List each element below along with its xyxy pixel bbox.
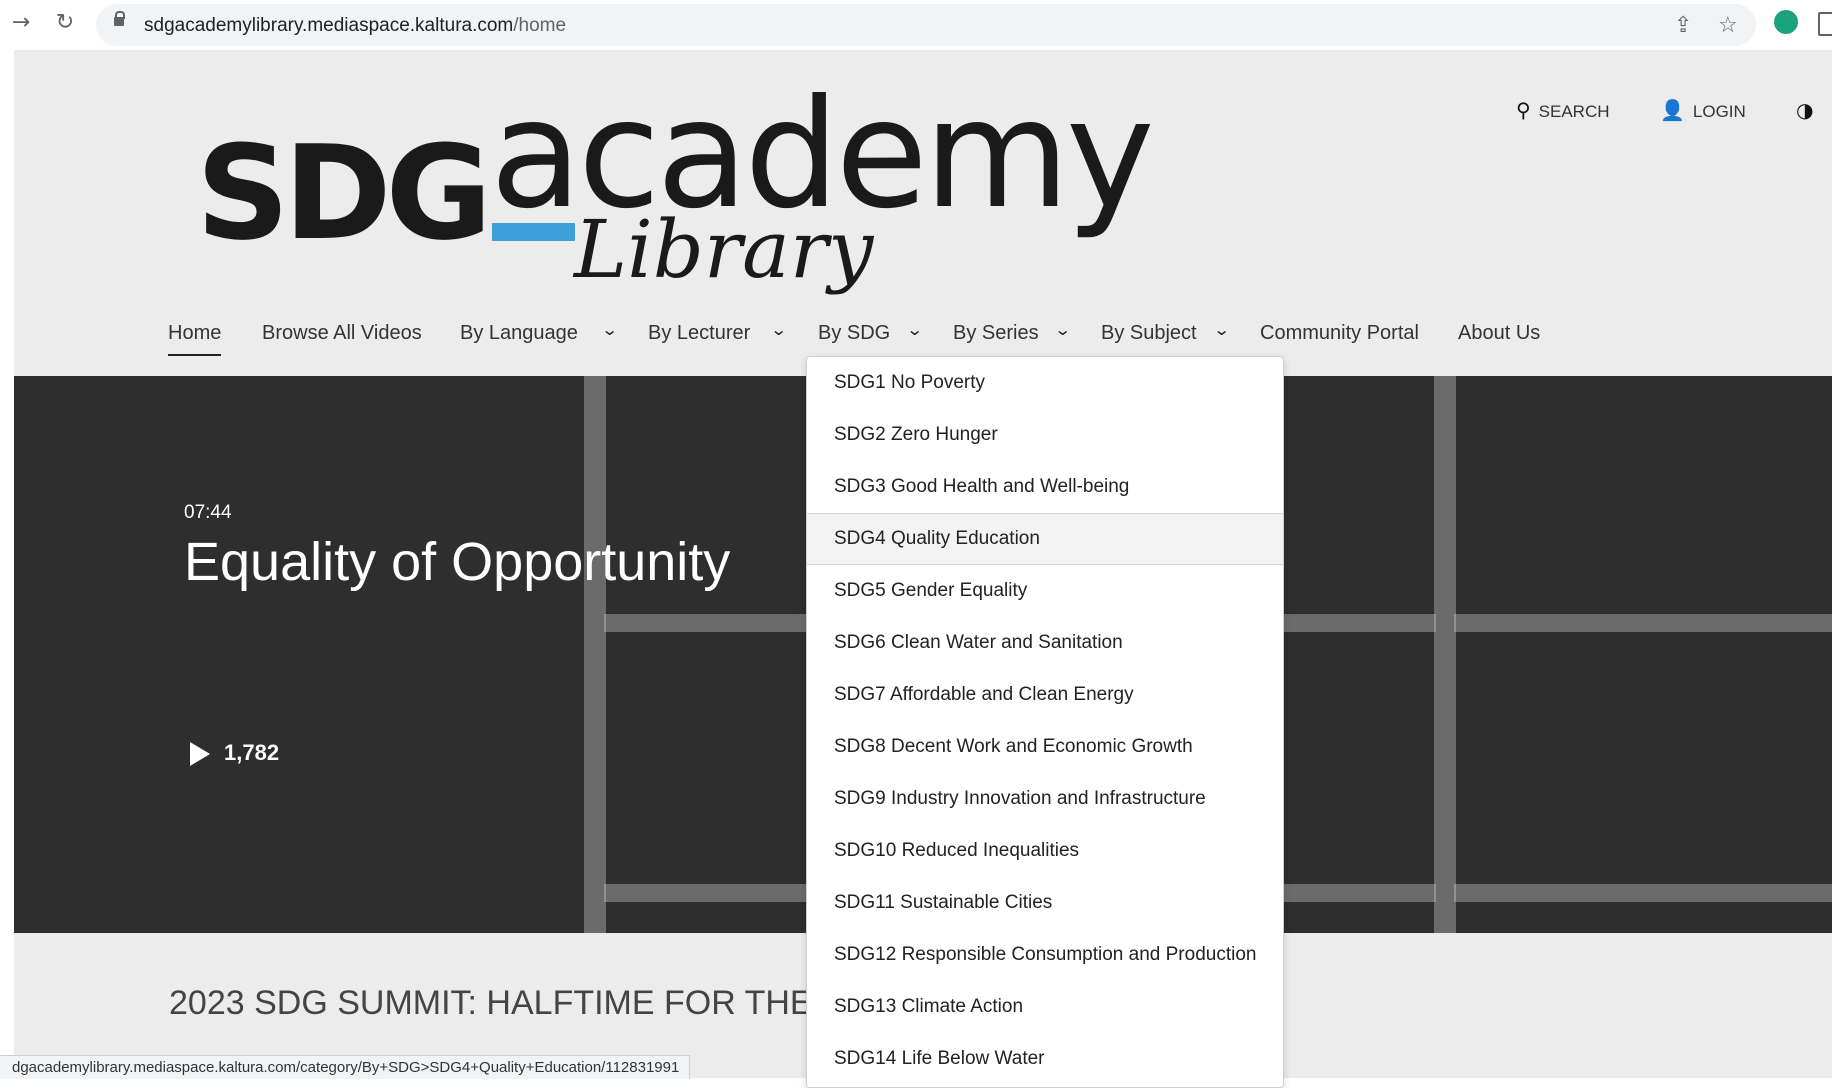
chalk-line xyxy=(1454,614,1832,632)
video-duration: 07:44 xyxy=(184,502,232,523)
video-title[interactable]: Equality of Opportunity xyxy=(184,531,730,593)
chevron-down-icon[interactable]: ⌄ xyxy=(601,320,618,339)
browser-toolbar: → ↻ sdgacademylibrary.mediaspace.kaltura… xyxy=(0,0,1832,50)
contrast-icon: ◑ xyxy=(1796,98,1814,122)
bookmark-star-icon[interactable]: ☆ xyxy=(1718,13,1738,38)
logo-sdg-text: SDG xyxy=(196,117,492,269)
menu-item-sdg3[interactable]: SDG3 Good Health and Well-being xyxy=(807,461,1283,513)
nav-by-lecturer[interactable]: By Lecturer xyxy=(648,318,750,348)
chalk-line xyxy=(1454,884,1832,902)
status-bar-url: dgacademylibrary.mediaspace.kaltura.com/… xyxy=(0,1055,691,1079)
logo-accent-bar xyxy=(492,223,575,241)
menu-item-sdg13[interactable]: SDG13 Climate Action xyxy=(807,981,1283,1033)
chevron-down-icon[interactable]: ⌄ xyxy=(906,320,923,339)
chevron-down-icon[interactable]: ⌄ xyxy=(1213,320,1230,339)
menu-item-sdg8[interactable]: SDG8 Decent Work and Economic Growth xyxy=(807,721,1283,773)
section-title: 2023 SDG SUMMIT: HALFTIME FOR THE S xyxy=(169,984,845,1022)
menu-item-sdg6[interactable]: SDG6 Clean Water and Sanitation xyxy=(807,617,1283,669)
sidepanel-icon[interactable] xyxy=(1818,12,1832,36)
login-label: LOGIN xyxy=(1692,102,1746,121)
extension-icon[interactable] xyxy=(1774,10,1798,34)
user-icon: 👤 xyxy=(1660,98,1685,122)
chevron-down-icon[interactable]: ⌄ xyxy=(1054,320,1071,339)
nav-by-sdg[interactable]: By SDG xyxy=(818,318,890,348)
address-bar[interactable]: sdgacademylibrary.mediaspace.kaltura.com… xyxy=(96,4,1756,46)
menu-item-sdg2[interactable]: SDG2 Zero Hunger xyxy=(807,409,1283,461)
play-icon xyxy=(190,742,210,767)
nav-about-us[interactable]: About Us xyxy=(1458,318,1540,348)
chalk-line xyxy=(1434,376,1456,933)
nav-community-portal[interactable]: Community Portal xyxy=(1260,318,1419,348)
view-count-value: 1,782 xyxy=(224,740,280,765)
url-text: sdgacademylibrary.mediaspace.kaltura.com… xyxy=(144,15,567,36)
search-button[interactable]: ⚲ SEARCH xyxy=(1516,98,1610,122)
menu-item-sdg1[interactable]: SDG1 No Poverty xyxy=(807,357,1283,409)
sdg-academy-library-logo[interactable]: SDG academy Library xyxy=(194,70,1155,350)
chevron-down-icon[interactable]: ⌄ xyxy=(770,320,787,339)
menu-item-sdg5[interactable]: SDG5 Gender Equality xyxy=(807,565,1283,617)
forward-icon[interactable]: → xyxy=(6,8,36,38)
logo-library-text: Library xyxy=(574,203,874,296)
contrast-toggle[interactable]: ◑ xyxy=(1796,98,1821,122)
menu-item-sdg10[interactable]: SDG10 Reduced Inequalities xyxy=(807,825,1283,877)
reload-icon[interactable]: ↻ xyxy=(50,8,80,38)
nav-home[interactable]: Home xyxy=(168,318,222,356)
search-label: SEARCH xyxy=(1538,102,1610,121)
chalk-line xyxy=(584,376,606,933)
menu-item-sdg14[interactable]: SDG14 Life Below Water xyxy=(807,1033,1283,1085)
menu-item-sdg11[interactable]: SDG11 Sustainable Cities xyxy=(807,877,1283,929)
menu-item-sdg9[interactable]: SDG9 Industry Innovation and Infrastruct… xyxy=(807,773,1283,825)
menu-item-sdg4[interactable]: SDG4 Quality Education xyxy=(807,513,1283,565)
nav-by-subject[interactable]: By Subject xyxy=(1101,318,1197,348)
menu-item-sdg12[interactable]: SDG12 Responsible Consumption and Produc… xyxy=(807,929,1283,981)
share-icon[interactable]: ⇪ xyxy=(1674,13,1692,38)
search-icon: ⚲ xyxy=(1516,98,1531,122)
lock-icon xyxy=(114,11,125,26)
view-count: 1,782 xyxy=(190,740,280,767)
by-sdg-dropdown-menu: SDG1 No Poverty SDG2 Zero Hunger SDG3 Go… xyxy=(806,356,1284,1088)
nav-by-series[interactable]: By Series xyxy=(953,318,1039,348)
menu-item-sdg7[interactable]: SDG7 Affordable and Clean Energy xyxy=(807,669,1283,721)
nav-browse-all-videos[interactable]: Browse All Videos xyxy=(262,318,422,348)
login-button[interactable]: 👤 LOGIN xyxy=(1660,98,1746,122)
nav-by-language[interactable]: By Language xyxy=(460,318,578,348)
